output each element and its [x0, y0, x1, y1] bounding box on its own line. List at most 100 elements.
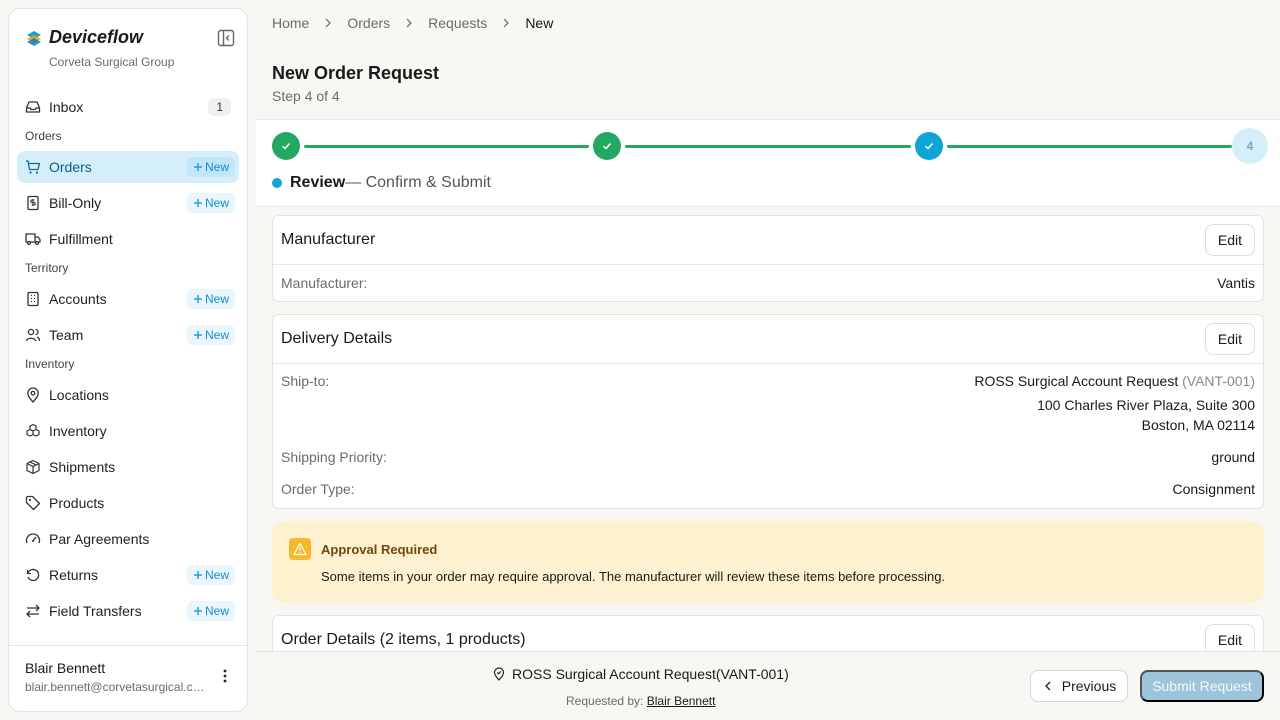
new-field-transfer-button[interactable]: New — [186, 601, 235, 621]
plus-icon — [193, 163, 202, 171]
receipt-icon — [27, 195, 39, 211]
alert-message: Some items in your order may require app… — [321, 569, 946, 584]
check-icon — [602, 142, 612, 150]
previous-label: Previous — [1061, 678, 1117, 694]
nav-section-territory: Territory — [25, 261, 69, 275]
edit-delivery-button[interactable]: Edit — [1204, 323, 1255, 355]
new-account-button[interactable]: New — [186, 289, 235, 309]
manufacturer-row: Manufacturer: Vantis — [273, 265, 1263, 302]
approval-required-alert: Approval Required Some items in your ord… — [272, 521, 1264, 603]
step-caption-title: Review — [290, 174, 346, 191]
org-name: Corveta Surgical Group — [49, 55, 175, 69]
new-team-button[interactable]: New — [186, 325, 235, 345]
address-line-2: Boston, MA 02114 — [1141, 417, 1255, 433]
package-icon — [26, 459, 40, 475]
user-name: Blair Bennett — [25, 660, 106, 676]
building-icon — [27, 291, 39, 307]
manufacturer-value: Vantis — [1217, 275, 1255, 291]
user-profile[interactable]: Blair Bennett blair.bennett@corvetasurgi… — [9, 645, 247, 711]
new-label: New — [204, 196, 229, 210]
breadcrumb-home[interactable]: Home — [272, 15, 309, 31]
step-1-complete[interactable] — [272, 132, 300, 160]
requested-by: Requested by: Blair Bennett — [566, 694, 715, 708]
new-label: New — [204, 568, 229, 582]
sidebar-item-bill-only[interactable]: Bill-Only New — [17, 187, 239, 219]
card-title: Delivery Details — [281, 330, 393, 347]
footer-account-name: ROSS Surgical Account Request(VANT-001) — [512, 666, 789, 682]
sidebar-item-label: Locations — [49, 387, 109, 403]
sidebar-item-returns[interactable]: Returns New — [17, 559, 239, 591]
shipping-priority-value: ground — [1211, 449, 1255, 465]
nav-section-inventory: Inventory — [25, 357, 75, 371]
deviceflow-logo-icon — [27, 30, 41, 46]
step-caption-subtitle: — Confirm & Submit — [345, 174, 491, 191]
sidebar-item-field-transfers[interactable]: Field Transfers New — [17, 595, 239, 627]
sidebar-item-label: Fulfillment — [49, 231, 113, 247]
sidebar-item-locations[interactable]: Locations — [17, 379, 239, 411]
progress-stepper: 4 Review — Confirm & Submit — [256, 119, 1280, 207]
new-label: New — [204, 328, 229, 342]
nav-section-orders: Orders — [25, 129, 62, 143]
new-label: New — [204, 160, 229, 174]
sidebar-item-label: Inventory — [49, 423, 107, 439]
alert-title: Approval Required — [321, 542, 438, 557]
sidebar-item-accounts[interactable]: Accounts New — [17, 283, 239, 315]
sidebar-item-team[interactable]: Team New — [17, 319, 239, 351]
more-vertical-icon[interactable] — [217, 668, 233, 684]
step-3-complete[interactable] — [915, 132, 943, 160]
order-type-value: Consignment — [1172, 481, 1256, 497]
sidebar-item-label: Returns — [49, 567, 99, 583]
map-pin-icon — [27, 387, 39, 403]
breadcrumb-orders[interactable]: Orders — [347, 15, 390, 31]
sidebar-item-label: Accounts — [49, 291, 107, 307]
sidebar-item-par-agreements[interactable]: Par Agreements — [17, 523, 239, 555]
breadcrumb-requests[interactable]: Requests — [428, 15, 487, 31]
new-bill-only-button[interactable]: New — [186, 193, 235, 213]
ship-to-account: ROSS Surgical Account Request (VANT-001) — [974, 373, 1255, 389]
sidebar-item-label: Shipments — [49, 459, 116, 475]
sidebar-item-products[interactable]: Products — [17, 487, 239, 519]
plus-icon — [193, 331, 202, 339]
brand-name: Deviceflow — [49, 27, 144, 47]
sidebar-item-inbox[interactable]: Inbox 1 — [17, 91, 239, 123]
arrows-left-right-icon — [26, 604, 40, 618]
step-4-current: 4 — [1232, 128, 1268, 164]
manufacturer-card: Manufacturer Edit Manufacturer: Vantis — [272, 215, 1264, 302]
sidebar-item-label: Team — [49, 327, 84, 343]
inbox-count-badge: 1 — [208, 98, 231, 116]
plus-icon — [193, 199, 202, 207]
requested-by-link[interactable]: Blair Bennett — [647, 694, 716, 708]
inbox-icon — [25, 101, 41, 113]
previous-button[interactable]: Previous — [1030, 670, 1128, 702]
map-pin-check-icon — [493, 667, 505, 681]
breadcrumb-current: New — [525, 15, 554, 31]
sidebar-item-fulfillment[interactable]: Fulfillment — [17, 223, 239, 255]
chevron-right-icon — [325, 18, 332, 28]
step-connector — [625, 145, 911, 148]
new-label: New — [204, 292, 229, 306]
sidebar-item-label: Par Agreements — [49, 531, 150, 547]
boxes-icon — [26, 423, 40, 437]
check-icon — [924, 142, 934, 150]
sidebar-collapse-icon[interactable] — [217, 29, 235, 47]
step-status-dot — [272, 178, 282, 188]
chevron-right-icon — [503, 18, 510, 28]
sidebar-nav: Inbox 1 Orders Orders New Bill-Only New … — [9, 91, 247, 631]
sidebar-item-label: Field Transfers — [49, 603, 142, 619]
gauge-icon — [25, 533, 41, 544]
step-2-complete[interactable] — [593, 132, 621, 160]
edit-manufacturer-button[interactable]: Edit — [1204, 224, 1255, 256]
sidebar-item-label: Products — [49, 495, 105, 511]
step-connector — [947, 145, 1232, 148]
new-return-button[interactable]: New — [186, 565, 235, 585]
plus-icon — [193, 607, 202, 615]
submit-request-button[interactable]: Submit Request — [1140, 670, 1264, 702]
sidebar-item-orders[interactable]: Orders New — [17, 151, 239, 183]
check-icon — [281, 142, 291, 150]
sidebar-item-inventory[interactable]: Inventory — [17, 415, 239, 447]
brand[interactable]: Deviceflow — [25, 27, 143, 48]
sidebar-item-shipments[interactable]: Shipments — [17, 451, 239, 483]
chevron-left-icon — [1044, 681, 1051, 691]
user-email: blair.bennett@corvetasurgical.com — [25, 680, 209, 694]
new-order-button[interactable]: New — [186, 157, 235, 177]
